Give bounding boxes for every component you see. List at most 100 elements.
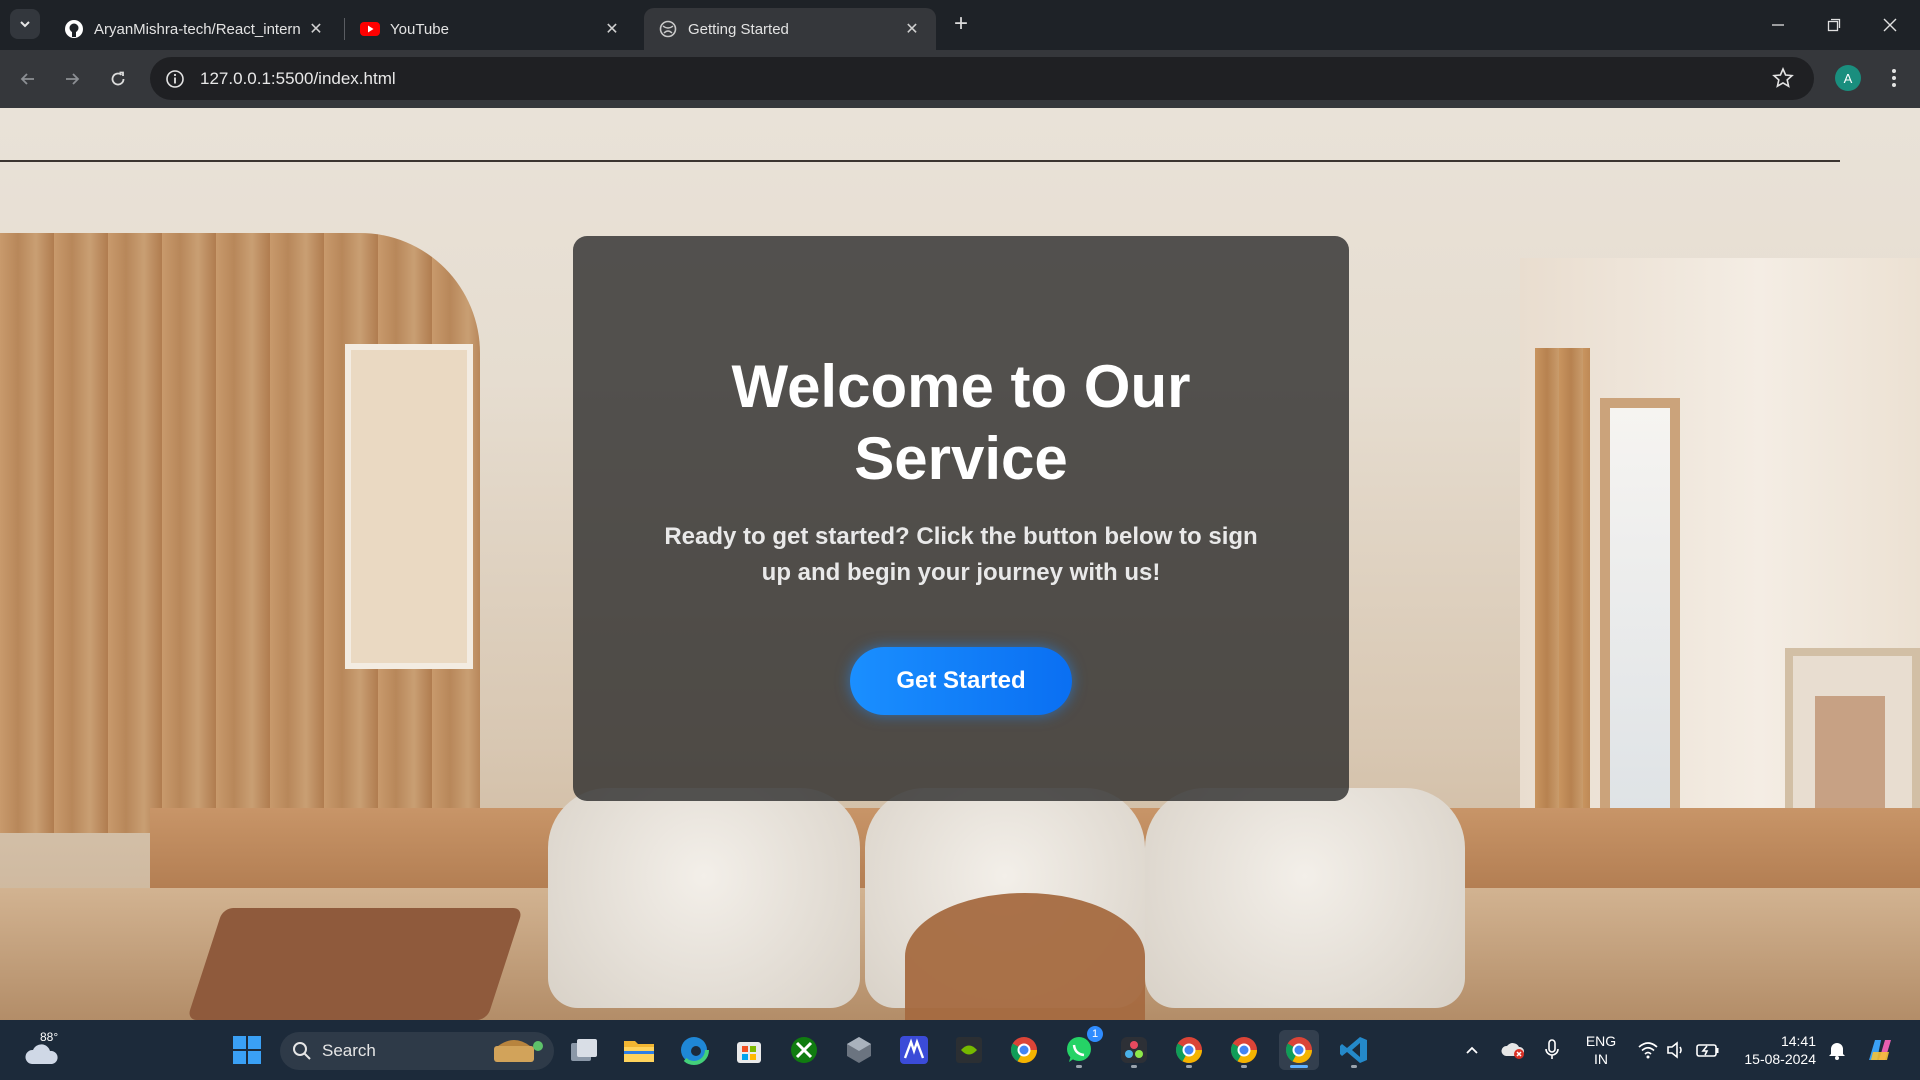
restore-icon [1827,18,1841,32]
task-view-button[interactable] [564,1030,604,1070]
chrome-active-button[interactable] [1279,1030,1319,1070]
running-indicator [1076,1065,1082,1068]
close-icon[interactable]: ✕ [306,19,326,39]
bookmark-star-icon[interactable] [1772,66,1796,91]
speaker-icon [1667,1041,1682,1059]
vscode-icon [1340,1037,1367,1063]
arrow-left-icon [20,73,34,85]
file-explorer-button[interactable] [619,1030,659,1070]
tab-github[interactable]: AryanMishra-tech/React_intern ✕ [50,8,340,50]
chrome-icon [1175,1037,1203,1064]
start-button[interactable] [227,1030,267,1070]
hexagon-app-icon [847,1037,871,1063]
site-info-icon[interactable] [162,66,188,92]
github-icon [64,19,84,39]
wifi-status[interactable] [1636,1020,1660,1080]
nvidia-icon [956,1037,982,1063]
tab-separator [344,18,345,40]
nvidia-button[interactable] [949,1030,989,1070]
page-description: Ready to get started? Click the button b… [664,523,1258,586]
tab-title: AryanMishra-tech/React_intern [94,20,301,38]
chrome-icon [1230,1037,1258,1064]
wifi-icon [1638,1042,1658,1059]
vscode-button[interactable] [1334,1030,1374,1070]
volume-status[interactable] [1664,1020,1688,1080]
running-indicator [1186,1065,1192,1068]
address-bar[interactable]: 127.0.0.1:5500/index.html [150,57,1814,100]
chevron-down-icon [20,21,30,28]
chrome-profile-button[interactable] [1169,1030,1209,1070]
close-icon[interactable]: ✕ [902,19,922,39]
lang-code: ENG [1585,1033,1617,1049]
browser-tab-strip: AryanMishra-tech/React_intern ✕ YouTube … [0,0,1920,50]
close-icon[interactable]: ✕ [602,19,622,39]
minimize-button[interactable] [1750,0,1806,50]
chrome-profile-button[interactable] [1224,1030,1264,1070]
battery-charging-icon [1696,1044,1719,1057]
sofa-module [1145,788,1465,1008]
search-label: Search [322,1041,376,1060]
microsoft-store-button[interactable] [729,1030,769,1070]
cloud-icon [25,1044,58,1064]
xbox-button[interactable] [784,1030,824,1070]
edge-button[interactable] [674,1030,714,1070]
chevron-up-icon [1466,1046,1478,1054]
bell-icon [1829,1043,1845,1060]
cloud-error-icon [1501,1043,1525,1059]
clock-date: 15-08-2024 [1744,1051,1816,1067]
whatsapp-button[interactable]: 1 [1059,1026,1103,1070]
get-started-button[interactable]: Get Started [850,647,1072,715]
clock-time: 14:41 [1780,1033,1816,1049]
page-title: Welcome to Our Service [731,353,1191,492]
browser-menu-button[interactable] [1880,64,1908,92]
rattan-chair [186,908,524,1020]
profile-avatar[interactable]: A [1835,65,1861,91]
notifications-button[interactable] [1824,1020,1850,1080]
chrome-icon [1010,1037,1038,1064]
microphone-status[interactable] [1540,1020,1564,1080]
new-tab-button[interactable]: + [948,12,974,38]
weather-widget[interactable]: 88° [22,1030,66,1068]
search-icon [293,1042,311,1060]
tab-title: Getting Started [688,20,789,38]
copilot-icon [1869,1040,1891,1060]
sofa-module [548,788,860,1008]
restore-button[interactable] [1806,0,1862,50]
lang-region: IN [1594,1051,1608,1067]
taskbar-search[interactable]: Search [280,1032,554,1070]
app-button[interactable] [894,1030,934,1070]
tab-title: YouTube [390,20,449,38]
app-button[interactable] [1114,1030,1154,1070]
coffee-table [905,893,1145,1020]
show-hidden-icons-button[interactable] [1460,1020,1484,1080]
folder-icon [624,1041,654,1062]
windows-logo-icon [233,1036,261,1064]
wall-niche [345,344,473,669]
back-button[interactable] [12,63,44,95]
onedrive-status[interactable] [1498,1020,1528,1080]
window [1600,398,1680,818]
forward-button[interactable] [56,63,88,95]
close-window-button[interactable] [1862,0,1918,50]
input-language[interactable]: ENG IN [1580,1032,1622,1068]
store-icon [737,1042,761,1063]
search-highlight-icon [494,1040,543,1062]
running-indicator [1351,1065,1357,1068]
reload-button[interactable] [102,63,134,95]
arrow-right-icon [66,73,80,85]
welcome-card: Welcome to Our Service Ready to get star… [573,236,1349,801]
ceiling-light-track [0,160,1840,162]
chrome-button[interactable] [1004,1030,1044,1070]
xbox-icon [791,1037,817,1063]
system-clock[interactable]: 14:41 15-08-2024 [1732,1032,1816,1068]
url-text: 127.0.0.1:5500/index.html [200,68,396,88]
running-indicator [1241,1065,1247,1068]
tab-youtube[interactable]: YouTube ✕ [346,8,636,50]
battery-status[interactable] [1694,1020,1722,1080]
browser-toolbar: 127.0.0.1:5500/index.html A [0,50,1920,108]
app-button[interactable] [839,1030,879,1070]
copilot-button[interactable] [1862,1020,1898,1080]
more-vertical-icon [1892,69,1896,87]
tab-getting-started[interactable]: Getting Started ✕ [644,8,936,50]
tab-search-button[interactable] [10,9,40,39]
